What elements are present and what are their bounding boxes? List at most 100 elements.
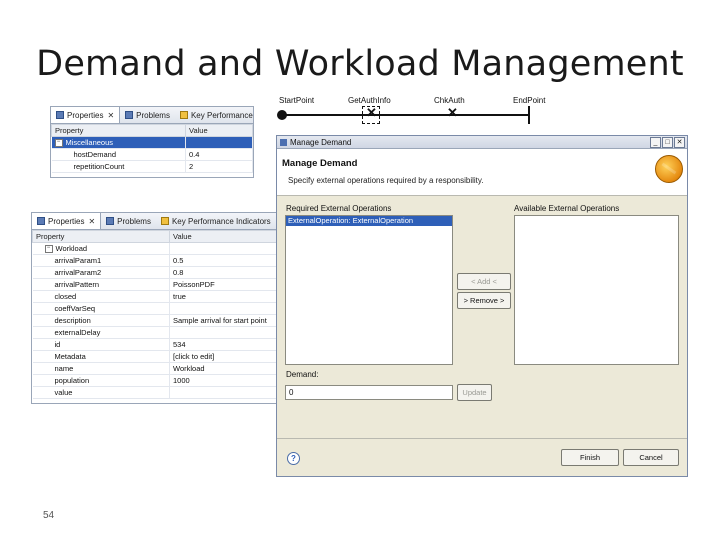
required-ops-list[interactable]: ExternalOperation: ExternalOperation [285,215,453,365]
available-ops-label: Available External Operations [514,204,620,213]
property-value[interactable]: 1000 [169,374,282,387]
collapse-icon[interactable]: − [44,245,53,253]
tab-label: Problems [117,216,151,226]
column-header-value[interactable]: Value [169,230,282,243]
table-row[interactable]: arrivalPattern PoissonPDF [32,278,282,291]
finish-button[interactable]: Finish [561,449,619,466]
available-ops-list[interactable] [514,215,679,365]
property-value[interactable]: Sample arrival for start point [169,314,282,327]
property-name: population [32,374,170,387]
tab-problems[interactable]: Problems [120,107,175,123]
ucm-end-point[interactable] [528,106,530,124]
table-row[interactable]: externalDelay [32,326,282,339]
property-value[interactable]: Workload [169,362,282,375]
problems-icon [125,111,134,119]
properties-table: Property Value − Miscellaneous hostDemand 0… [51,124,253,173]
tab-label: Key Performance Indicators [171,216,271,226]
table-row[interactable]: arrivalParam2 0.8 [32,266,282,279]
table-row[interactable]: coeffVarSeq [32,302,282,315]
table-row[interactable]: arrivalParam1 0.5 [32,254,282,267]
property-name: hostDemand [51,148,186,161]
property-value[interactable]: [click to edit] [169,350,282,363]
problems-icon [106,217,115,225]
property-value[interactable] [169,386,282,399]
table-row[interactable]: value [32,386,282,399]
property-value[interactable]: 534 [169,338,282,351]
cancel-button[interactable]: Cancel [623,449,679,466]
ucm-label-chkauth: ChkAuth [434,96,465,105]
property-name: arrivalParam1 [32,254,170,267]
property-name: name [32,362,170,375]
ucm-responsibility-chkauth[interactable]: ✕ [447,106,458,120]
table-row[interactable]: Metadata [click to edit] [32,350,282,363]
close-icon[interactable]: ✕ [674,137,685,148]
property-value[interactable]: 0.4 [185,148,253,161]
column-header-property[interactable]: Property [32,230,170,243]
table-row[interactable]: id 534 [32,338,282,351]
column-header-value[interactable]: Value [185,124,253,137]
property-name: id [32,338,170,351]
dialog-header-subtitle: Specify external operations required by … [288,176,484,185]
dialog-header-title: Manage Demand [282,158,358,169]
property-name: arrivalPattern [32,278,170,291]
close-icon[interactable]: ✕ [88,217,95,226]
property-value[interactable] [169,326,282,339]
table-row[interactable]: description Sample arrival for start poin… [32,314,282,327]
tab-label: Problems [136,110,170,120]
maximize-icon[interactable]: □ [662,137,673,148]
ucm-responsibility-getauth[interactable]: ✕ [366,106,377,120]
ucm-label-start: StartPoint [279,96,315,105]
column-header-property[interactable]: Property [51,124,186,137]
jucm-logo-icon [655,155,683,183]
property-name: Metadata [32,350,170,363]
ucm-path-diagram: StartPoint GetAuthInfo ChkAuth EndPoint … [262,94,552,128]
tab-problems[interactable]: Problems [101,213,156,229]
property-value[interactable] [169,302,282,315]
property-value[interactable]: 0.5 [169,254,282,267]
kpi-icon [179,111,188,119]
property-value[interactable]: 2 [185,160,253,173]
window-icon [280,138,287,146]
table-row[interactable]: population 1000 [32,374,282,387]
kpi-icon [160,217,169,225]
help-icon[interactable]: ? [287,452,300,465]
demand-input[interactable]: 0 [285,385,453,400]
tab-kpi[interactable]: Key Performance Indicators [156,213,276,229]
properties-panel-top: Properties✕ Problems Key Performance Ind… [50,106,254,178]
remove-button[interactable]: > Remove > [457,292,511,309]
dialog-header: Manage Demand Specify external operation… [277,149,687,196]
update-button[interactable]: Update [457,384,492,401]
tab-label: Key Performance Indicators [190,110,253,120]
property-value[interactable]: true [169,290,282,303]
property-value[interactable]: 0.8 [169,266,282,279]
table-row[interactable]: hostDemand 0.4 [51,148,253,161]
list-item[interactable]: ExternalOperation: ExternalOperation [286,216,452,226]
property-name: externalDelay [32,326,170,339]
property-value[interactable]: PoissonPDF [169,278,282,291]
table-row[interactable]: name Workload [32,362,282,375]
properties-table: Property Value − Workload arrivalParam1 0.5… [32,230,282,399]
ucm-label-end: EndPoint [513,96,546,105]
demand-label: Demand: [286,370,319,379]
tab-kpi[interactable]: Key Performance Indicators [175,107,253,123]
table-row[interactable]: − Miscellaneous [51,136,253,149]
minimize-icon[interactable]: _ [650,137,661,148]
property-name: repetitionCount [51,160,186,173]
property-name: closed [32,290,170,303]
manage-demand-dialog: Manage Demand _ □ ✕ Manage Demand Specif… [276,135,688,477]
dialog-titlebar[interactable]: Manage Demand _ □ ✕ [277,136,687,149]
properties-tabbar: Properties✕ Problems Key Performance Ind… [51,107,253,124]
add-button[interactable]: < Add < [457,273,511,290]
tab-properties[interactable]: Properties ✕ [51,107,121,123]
tab-label: Properties [48,216,85,226]
property-name: coeffVarSeq [32,302,170,315]
ucm-start-point[interactable] [277,110,287,120]
close-icon[interactable]: ✕ [107,111,114,120]
properties-icon [56,111,64,119]
table-row[interactable]: closed true [32,290,282,303]
table-row[interactable]: repetitionCount 2 [51,160,253,173]
collapse-icon[interactable]: − [54,139,63,147]
group-name: Workload [55,243,88,253]
tab-properties[interactable]: Properties ✕ [32,213,102,229]
table-row-group[interactable]: − Workload [32,242,282,255]
